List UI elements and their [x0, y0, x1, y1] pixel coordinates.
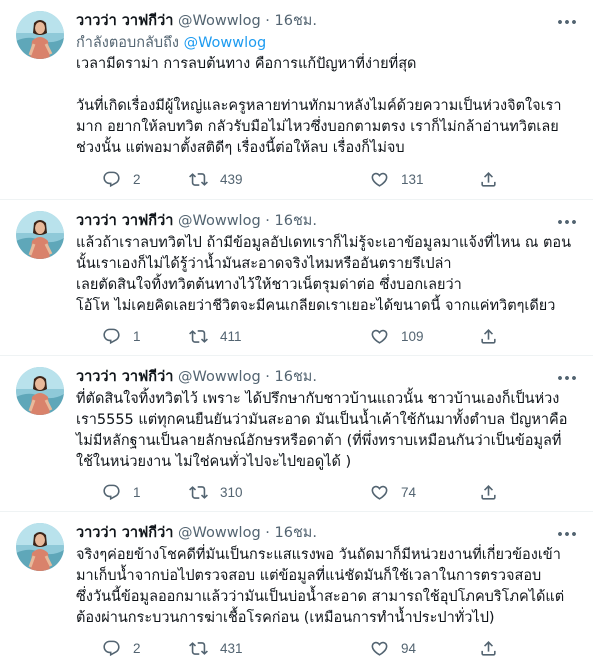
tweet-text: จริงๆค่อยข้างโชคดีที่มันเป็นกระแสแรงพอ ว… — [76, 547, 565, 626]
reply-icon — [102, 483, 121, 502]
timestamp[interactable]: 16ชม. — [275, 213, 317, 229]
tweet[interactable]: วาวว่า วาฟกีว่า @Wowwlog · 16ชม. แล้วถ้า… — [0, 200, 593, 356]
tweet-thread: วาวว่า วาฟกีว่า @Wowwlog · 16ชม. กำลังตอ… — [0, 0, 593, 669]
reply-count: 1 — [133, 328, 141, 344]
retweet-button[interactable]: 310 — [189, 480, 243, 504]
retweet-count: 411 — [220, 328, 242, 344]
more-icon[interactable] — [555, 522, 579, 546]
retweet-button[interactable]: 439 — [189, 167, 243, 191]
retweet-icon — [189, 327, 208, 346]
display-name[interactable]: วาวว่า วาฟกีว่า — [76, 13, 173, 29]
like-count: 109 — [401, 328, 424, 344]
like-button[interactable]: 94 — [370, 636, 416, 660]
display-name[interactable]: วาวว่า วาฟกีว่า — [76, 525, 173, 541]
tweet[interactable]: วาวว่า วาฟกีว่า @Wowwlog · 16ชม. ที่ตัดส… — [0, 356, 593, 512]
like-button[interactable]: 109 — [370, 324, 424, 348]
reply-count: 2 — [133, 171, 141, 187]
more-icon[interactable] — [555, 10, 579, 34]
like-count: 94 — [401, 640, 417, 656]
reply-button[interactable]: 1 — [102, 324, 141, 348]
retweet-button[interactable]: 411 — [189, 324, 242, 348]
avatar[interactable] — [16, 523, 64, 571]
reply-icon — [102, 327, 121, 346]
user-handle[interactable]: @Wowwlog — [178, 369, 261, 385]
tweet-header: วาวว่า วาฟกีว่า @Wowwlog · 16ชม. — [76, 367, 317, 387]
replying-to: กำลังตอบกลับถึง @Wowwlog — [76, 33, 266, 53]
reply-button[interactable]: 2 — [102, 636, 141, 660]
tweet-text: ที่ตัดสินใจทิ้งทวิตไว้ เพราะ ได้ปรึกษากั… — [76, 391, 568, 470]
retweet-button[interactable]: 431 — [189, 636, 243, 660]
tweet-header: วาวว่า วาฟกีว่า @Wowwlog · 16ชม. — [76, 11, 317, 31]
tweet[interactable]: วาวว่า วาฟกีว่า @Wowwlog · 16ชม. กำลังตอ… — [0, 0, 593, 200]
tweet-actions: 2 439 131 — [76, 167, 506, 191]
retweet-icon — [189, 170, 208, 189]
timestamp[interactable]: 16ชม. — [275, 13, 317, 29]
heart-icon — [370, 327, 389, 346]
retweet-icon — [189, 483, 208, 502]
share-icon — [479, 639, 498, 658]
more-icon[interactable] — [555, 366, 579, 390]
avatar[interactable] — [16, 211, 64, 259]
separator-dot: · — [265, 525, 270, 541]
user-handle[interactable]: @Wowwlog — [178, 213, 261, 229]
reply-icon — [102, 170, 121, 189]
reply-count: 2 — [133, 640, 141, 656]
retweet-count: 310 — [220, 484, 243, 500]
avatar[interactable] — [16, 11, 64, 59]
reply-button[interactable]: 2 — [102, 167, 141, 191]
tweet[interactable]: วาวว่า วาฟกีว่า @Wowwlog · 16ชม. จริงๆค่… — [0, 512, 593, 669]
retweet-icon — [189, 639, 208, 658]
timestamp[interactable]: 16ชม. — [275, 369, 317, 385]
like-count: 131 — [401, 171, 424, 187]
tweet-actions: 2 431 94 — [76, 636, 506, 660]
share-button[interactable] — [479, 636, 498, 660]
tweet-actions: 1 411 109 — [76, 324, 506, 348]
share-button[interactable] — [479, 480, 498, 504]
display-name[interactable]: วาวว่า วาฟกีว่า — [76, 369, 173, 385]
like-button[interactable]: 131 — [370, 167, 424, 191]
share-icon — [479, 483, 498, 502]
user-handle[interactable]: @Wowwlog — [178, 525, 261, 541]
heart-icon — [370, 170, 389, 189]
share-icon — [479, 170, 498, 189]
avatar[interactable] — [16, 367, 64, 415]
tweet-text: แล้วถ้าเราลบทวิตไป ถ้ามีข้อมูลอัปเดทเราก… — [76, 235, 571, 314]
mention-link[interactable]: @Wowwlog — [184, 35, 267, 51]
share-button[interactable] — [479, 324, 498, 348]
timestamp[interactable]: 16ชม. — [275, 525, 317, 541]
tweet-text: เวลามีดราม่า การลบต้นทาง คือการแก้ปัญหาท… — [76, 56, 562, 156]
separator-dot: · — [265, 13, 270, 29]
reply-button[interactable]: 1 — [102, 480, 141, 504]
replying-to-label: กำลังตอบกลับถึง — [76, 35, 179, 51]
heart-icon — [370, 483, 389, 502]
tweet-header: วาวว่า วาฟกีว่า @Wowwlog · 16ชม. — [76, 523, 317, 543]
user-handle[interactable]: @Wowwlog — [178, 13, 261, 29]
retweet-count: 431 — [220, 640, 243, 656]
share-button[interactable] — [479, 167, 498, 191]
separator-dot: · — [265, 213, 270, 229]
share-icon — [479, 327, 498, 346]
tweet-header: วาวว่า วาฟกีว่า @Wowwlog · 16ชม. — [76, 211, 317, 231]
display-name[interactable]: วาวว่า วาฟกีว่า — [76, 213, 173, 229]
reply-count: 1 — [133, 484, 141, 500]
like-count: 74 — [401, 484, 417, 500]
more-icon[interactable] — [555, 210, 579, 234]
like-button[interactable]: 74 — [370, 480, 416, 504]
separator-dot: · — [265, 369, 270, 385]
retweet-count: 439 — [220, 171, 243, 187]
tweet-actions: 1 310 74 — [76, 480, 506, 504]
heart-icon — [370, 639, 389, 658]
reply-icon — [102, 639, 121, 658]
